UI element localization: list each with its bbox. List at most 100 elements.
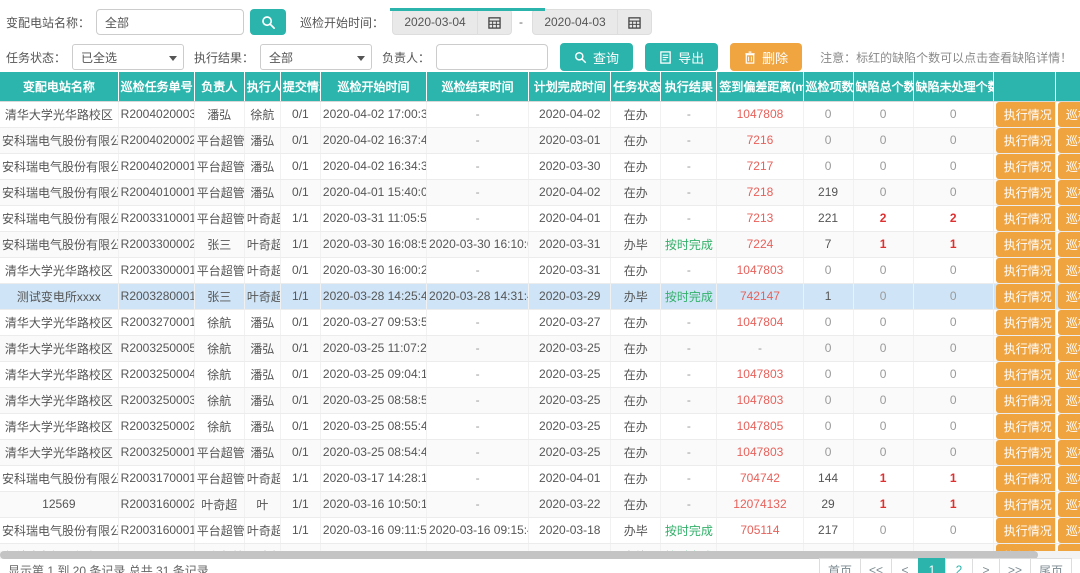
cell-signin-distance-link[interactable]: 1047803 (717, 361, 803, 387)
cell-signin-distance-link[interactable]: 7217 (717, 153, 803, 179)
cell-defects-unhandled[interactable]: 1 (913, 491, 993, 517)
inspection-detail-button[interactable]: 巡检明细 (1058, 414, 1080, 439)
table-row[interactable]: 安科瑞电气股份有限公司E楼R2003160001平台超管11叶奇超1/12020… (0, 517, 1080, 543)
table-row[interactable]: 12569R2003160002叶奇超叶1/12020-03-16 10:50:… (0, 491, 1080, 517)
cell-defects-unhandled[interactable]: 2 (913, 205, 993, 231)
inspection-detail-button[interactable]: 巡检明细 (1058, 232, 1080, 257)
station-search-button[interactable] (250, 9, 286, 35)
inspection-detail-button[interactable]: 巡检明细 (1058, 102, 1080, 127)
date-from-calendar-button[interactable] (478, 9, 512, 35)
cell-signin-distance-link[interactable]: 12074132 (717, 491, 803, 517)
execution-status-button[interactable]: 执行情况 (996, 466, 1056, 491)
execution-status-button[interactable]: 执行情况 (996, 102, 1056, 127)
table-row[interactable]: 安科瑞电气股份有限公司E楼R2004020001平台超管11潘弘0/12020-… (0, 153, 1080, 179)
inspection-detail-button[interactable]: 巡检明细 (1058, 362, 1080, 387)
cell-signin-distance-link[interactable]: 1047803 (717, 257, 803, 283)
table-row[interactable]: 清华大学光华路校区R2003270001徐航潘弘0/12020-03-27 09… (0, 309, 1080, 335)
owner-input[interactable] (436, 44, 548, 70)
table-row[interactable]: 清华大学光华路校区R2004020003潘弘徐航0/12020-04-02 17… (0, 101, 1080, 127)
inspection-detail-button[interactable]: 巡检明细 (1058, 154, 1080, 179)
cell-signin-distance-link[interactable]: 7216 (717, 127, 803, 153)
date-to-input[interactable]: 2020-04-03 (532, 9, 618, 35)
execution-status-button[interactable]: 执行情况 (996, 492, 1056, 517)
pagination-first[interactable]: 首页 (819, 558, 861, 573)
table-row[interactable]: 清华大学光华路校区R2003250002徐航潘弘0/12020-03-25 08… (0, 413, 1080, 439)
execution-status-button[interactable]: 执行情况 (996, 544, 1056, 552)
query-button[interactable]: 查询 (560, 43, 633, 71)
cell-signin-distance-link[interactable]: 705117 (717, 543, 803, 551)
inspection-detail-button[interactable]: 巡检明细 (1058, 388, 1080, 413)
execution-status-button[interactable]: 执行情况 (996, 154, 1056, 179)
cell-signin-distance-link[interactable]: 704742 (717, 465, 803, 491)
delete-button[interactable]: 删除 (730, 43, 802, 71)
execution-status-button[interactable]: 执行情况 (996, 206, 1056, 231)
exec-result-select[interactable]: 全部 (260, 44, 372, 70)
cell-signin-distance-link[interactable]: 1047803 (717, 439, 803, 465)
inspection-detail-button[interactable]: 巡检明细 (1058, 518, 1080, 543)
cell-defects-total[interactable]: 1 (853, 231, 913, 257)
table-row[interactable]: 安科瑞电气股份有限公司E楼R2003120001平台超管11叶奇超1/12020… (0, 543, 1080, 551)
pagination-fast-next[interactable]: >> (999, 558, 1031, 573)
cell-plan-date: 2020-03-13 (529, 543, 611, 551)
task-status-select[interactable]: 已全选 (72, 44, 184, 70)
table-row[interactable]: 清华大学光华路校区R2003250001平台超管11潘弘0/12020-03-2… (0, 439, 1080, 465)
cell-defects-unhandled[interactable]: 1 (913, 231, 993, 257)
pagination-prev[interactable]: < (891, 558, 919, 573)
execution-status-button[interactable]: 执行情况 (996, 362, 1056, 387)
date-from-input[interactable]: 2020-03-04 (392, 9, 478, 35)
pagination-page-2[interactable]: 2 (945, 558, 973, 573)
table-row[interactable]: 清华大学光华路校区R2003300001平台超管11叶奇超0/12020-03-… (0, 257, 1080, 283)
execution-status-button[interactable]: 执行情况 (996, 258, 1056, 283)
pagination-page-1[interactable]: 1 (918, 558, 946, 573)
cell-signin-distance-link[interactable]: 1047803 (717, 387, 803, 413)
execution-status-button[interactable]: 执行情况 (996, 128, 1056, 153)
cell-defects-total[interactable]: 2 (853, 205, 913, 231)
execution-status-button[interactable]: 执行情况 (996, 388, 1056, 413)
table-row[interactable]: 安科瑞电气股份有限公司E楼R2004020002平台超管11潘弘0/12020-… (0, 127, 1080, 153)
export-button[interactable]: 导出 (645, 43, 718, 71)
cell-signin-distance-link[interactable]: 7218 (717, 179, 803, 205)
inspection-detail-button[interactable]: 巡检明细 (1058, 466, 1080, 491)
pagination-fast-prev[interactable]: << (860, 558, 892, 573)
inspection-detail-button[interactable]: 巡检明细 (1058, 336, 1080, 361)
inspection-detail-button[interactable]: 巡检明细 (1058, 258, 1080, 283)
table-row[interactable]: 安科瑞电气股份有限公司E楼R2003300002张三叶奇超1/12020-03-… (0, 231, 1080, 257)
cell-signin-distance-link[interactable]: 1047808 (717, 101, 803, 127)
cell-signin-distance-link[interactable]: 1047805 (717, 413, 803, 439)
cell-signin-distance-link[interactable]: 705114 (717, 517, 803, 543)
table-row[interactable]: 安科瑞电气股份有限公司E楼R2003310001平台超管11叶奇超1/12020… (0, 205, 1080, 231)
cell-signin-distance-link[interactable]: 7224 (717, 231, 803, 257)
execution-status-button[interactable]: 执行情况 (996, 180, 1056, 205)
inspection-detail-button[interactable]: 巡检明细 (1058, 440, 1080, 465)
execution-status-button[interactable]: 执行情况 (996, 336, 1056, 361)
execution-status-button[interactable]: 执行情况 (996, 232, 1056, 257)
date-to-calendar-button[interactable] (618, 9, 652, 35)
table-row[interactable]: 清华大学光华路校区R2003250003徐航潘弘0/12020-03-25 08… (0, 387, 1080, 413)
cell-defects-total[interactable]: 1 (853, 491, 913, 517)
inspection-detail-button[interactable]: 巡检明细 (1058, 310, 1080, 335)
table-row[interactable]: 清华大学光华路校区R2003250004徐航潘弘0/12020-03-25 09… (0, 361, 1080, 387)
execution-status-button[interactable]: 执行情况 (996, 284, 1056, 309)
pagination-next[interactable]: > (972, 558, 1000, 573)
execution-status-button[interactable]: 执行情况 (996, 440, 1056, 465)
execution-status-button[interactable]: 执行情况 (996, 414, 1056, 439)
cell-defects-total[interactable]: 1 (853, 465, 913, 491)
inspection-detail-button[interactable]: 巡检明细 (1058, 128, 1080, 153)
execution-status-button[interactable]: 执行情况 (996, 310, 1056, 335)
inspection-detail-button[interactable]: 巡检明细 (1058, 284, 1080, 309)
inspection-detail-button[interactable]: 巡检明细 (1058, 544, 1080, 552)
table-row[interactable]: 测试变电所xxxxR2003280001张三叶奇超1/12020-03-28 1… (0, 283, 1080, 309)
table-row[interactable]: 清华大学光华路校区R2003250005徐航潘弘0/12020-03-25 11… (0, 335, 1080, 361)
cell-signin-distance-link[interactable]: 7213 (717, 205, 803, 231)
cell-signin-distance-link[interactable]: 742147 (717, 283, 803, 309)
table-row[interactable]: 安科瑞电气股份有限公司E楼R2004010001平台超管11潘弘0/12020-… (0, 179, 1080, 205)
table-row[interactable]: 安科瑞电气股份有限公司E楼R2003170001平台超管11叶奇超1/12020… (0, 465, 1080, 491)
cell-signin-distance-link[interactable]: 1047804 (717, 309, 803, 335)
inspection-detail-button[interactable]: 巡检明细 (1058, 206, 1080, 231)
pagination-last[interactable]: 尾页 (1030, 558, 1072, 573)
station-name-input[interactable] (96, 9, 244, 35)
cell-defects-unhandled[interactable]: 1 (913, 465, 993, 491)
inspection-detail-button[interactable]: 巡检明细 (1058, 180, 1080, 205)
execution-status-button[interactable]: 执行情况 (996, 518, 1056, 543)
inspection-detail-button[interactable]: 巡检明细 (1058, 492, 1080, 517)
